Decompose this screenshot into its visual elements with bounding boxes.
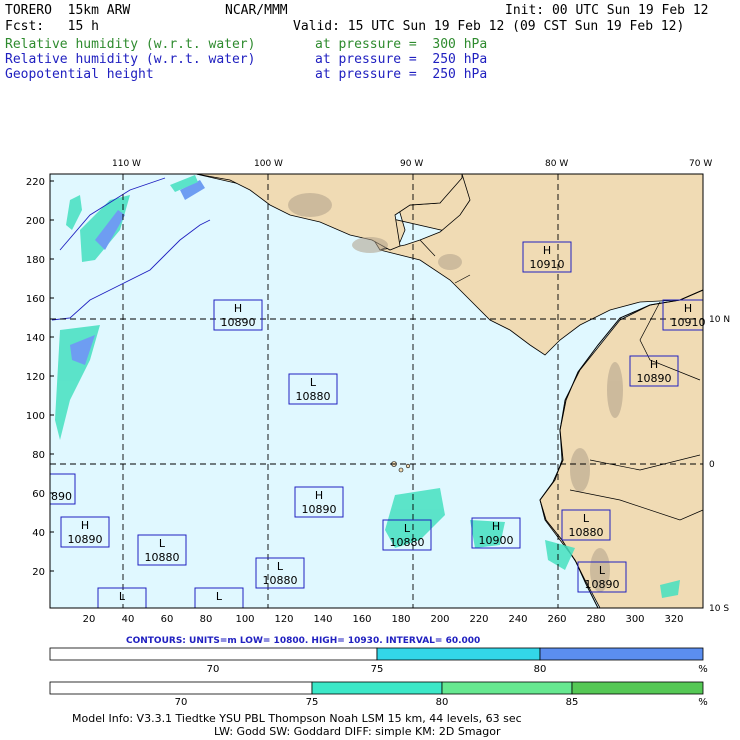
hl-type: H xyxy=(81,519,89,532)
hl-type: H xyxy=(315,489,323,502)
hl-value: 10880 xyxy=(296,390,331,403)
y-tick: 140 xyxy=(26,333,45,344)
physics-info: LW: Godd SW: Goddard DIFF: simple KM: 2D… xyxy=(214,725,501,738)
hl-value: 10890 xyxy=(68,533,103,546)
colorbar-300hpa: 70 75 80 85 % xyxy=(49,681,708,708)
y-tick: 200 xyxy=(26,216,45,227)
hl-type: H xyxy=(650,358,658,371)
hl-value: 10880 xyxy=(569,526,604,539)
hl-value: 10910 xyxy=(671,316,706,329)
lat-label-10s: 10 S xyxy=(709,604,729,614)
hl-value: 10910 xyxy=(530,258,565,271)
x-tick: 120 xyxy=(274,614,293,625)
lat-label-10n: 10 N xyxy=(709,315,730,325)
y-tick: 160 xyxy=(26,294,45,305)
contours-info: CONTOURS: UNITS=m LOW= 10800. HIGH= 1093… xyxy=(126,636,480,646)
x-tick: 280 xyxy=(586,614,605,625)
hl-type: H xyxy=(684,302,692,315)
colorbar-2-label: 75 xyxy=(306,697,319,708)
colorbar-1-label: 75 xyxy=(371,664,384,675)
x-tick: 300 xyxy=(625,614,644,625)
hl-type: L xyxy=(583,512,590,525)
lon-label-100w: 100 W xyxy=(254,159,283,169)
colorbar-1-label: 80 xyxy=(534,664,547,675)
lat-label-0: 0 xyxy=(709,460,715,470)
hl-value: 10890 xyxy=(585,578,620,591)
lon-label-70w: 70 W xyxy=(689,159,712,169)
colorbar-2-label: 85 xyxy=(566,697,579,708)
hl-type: H xyxy=(543,244,551,257)
hl-value: 10890 xyxy=(302,503,337,516)
hl-value: 10880 xyxy=(263,574,298,587)
y-tick: 40 xyxy=(32,528,45,539)
hl-value: 10880 xyxy=(390,536,425,549)
hl-value: 10880 xyxy=(145,551,180,564)
colorbar-250hpa: 70 75 80 % xyxy=(49,647,708,675)
hl-type: L xyxy=(277,560,284,573)
x-tick: 40 xyxy=(122,614,135,625)
hl-value: 10900 xyxy=(479,534,514,547)
y-tick: 20 xyxy=(32,567,45,578)
hl-value: 10890 xyxy=(637,372,672,385)
x-tick: 60 xyxy=(161,614,174,625)
x-tick: 220 xyxy=(469,614,488,625)
hl-type: L xyxy=(310,376,317,389)
colorbar-1-label: 70 xyxy=(207,664,220,675)
y-tick: 120 xyxy=(26,372,45,383)
hl-value: 10890 xyxy=(221,316,256,329)
y-tick: 60 xyxy=(32,489,45,500)
x-tick: 80 xyxy=(200,614,213,625)
x-tick: 200 xyxy=(430,614,449,625)
x-tick: 240 xyxy=(508,614,527,625)
colorbar-2-unit: % xyxy=(698,697,708,708)
x-tick: 260 xyxy=(547,614,566,625)
hl-type: L xyxy=(119,590,126,603)
hl-type: H xyxy=(234,302,242,315)
y-tick: 220 xyxy=(26,177,45,188)
lon-label-90w: 90 W xyxy=(400,159,423,169)
x-tick: 100 xyxy=(235,614,254,625)
colorbar-2-label: 80 xyxy=(436,697,449,708)
x-tick: 320 xyxy=(664,614,683,625)
hl-type: L xyxy=(159,537,166,550)
y-tick: 80 xyxy=(32,450,45,461)
y-tick: 180 xyxy=(26,255,45,266)
hl-type: H xyxy=(492,520,500,533)
partial-hl-value: 890 xyxy=(51,490,72,503)
x-tick: 20 xyxy=(83,614,96,625)
x-tick: 140 xyxy=(313,614,332,625)
hl-type: L xyxy=(216,590,223,603)
hl-type: L xyxy=(404,522,411,535)
colorbar-2-label: 70 xyxy=(175,697,188,708)
x-tick: 180 xyxy=(391,614,410,625)
lon-label-110w: 110 W xyxy=(112,159,141,169)
hl-type: L xyxy=(599,564,606,577)
y-tick: 100 xyxy=(26,411,45,422)
weather-map: 110 W 100 W 90 W 80 W 70 W H10910 H10890… xyxy=(26,159,730,738)
x-tick: 160 xyxy=(352,614,371,625)
colorbar-1-unit: % xyxy=(698,664,708,675)
model-info: Model Info: V3.3.1 Tiedtke YSU PBL Thomp… xyxy=(72,712,522,725)
lon-label-80w: 80 W xyxy=(545,159,568,169)
